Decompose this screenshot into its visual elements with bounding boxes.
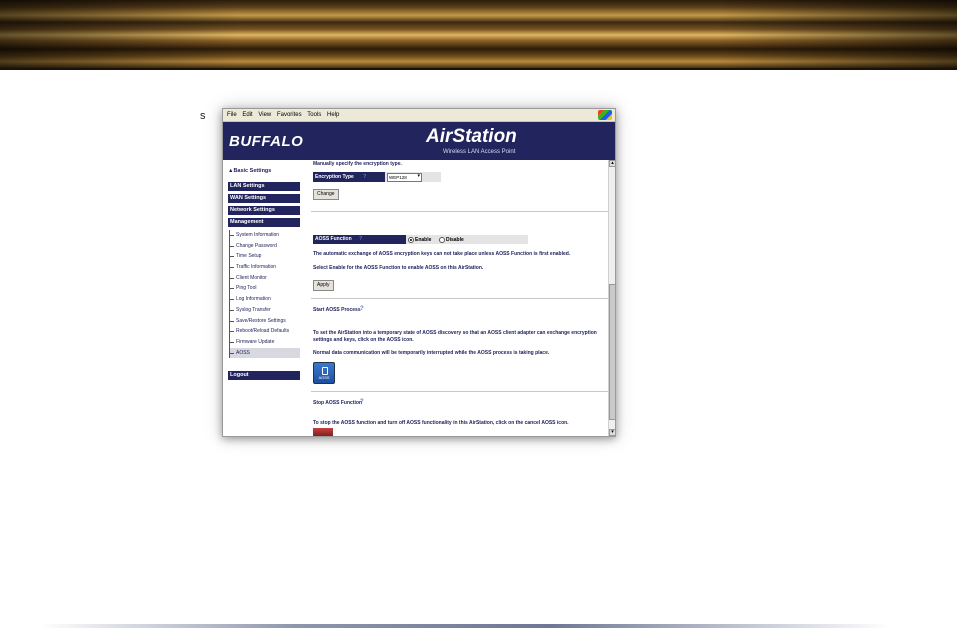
sidebar-item-traffic-information[interactable]: Traffic Information	[230, 262, 300, 273]
disable-radio[interactable]	[439, 237, 445, 243]
enable-label: Enable	[415, 237, 432, 243]
aoss-function-label: AOSS Function ?	[313, 235, 406, 244]
section-divider	[311, 298, 608, 299]
page-header: BUFFALO AirStation Wireless LAN Access P…	[223, 122, 615, 160]
main-content: Manually specify the encryption type. En…	[311, 160, 608, 436]
vertical-scrollbar[interactable]: ▴ ▾	[608, 160, 615, 436]
sidebar-item-syslog-transfer[interactable]: Syslog Transfer	[230, 305, 300, 316]
nav-lan-settings[interactable]: LAN Settings	[228, 182, 300, 191]
banner-divider	[0, 68, 957, 70]
nav-management[interactable]: Management	[228, 218, 300, 227]
airstation-logo: AirStation	[426, 126, 517, 147]
menu-view[interactable]: View	[258, 109, 271, 121]
sidebar-item-time-setup[interactable]: Time Setup	[230, 251, 300, 262]
footer-divider	[40, 624, 890, 628]
sidebar-item-save-restore-settings[interactable]: Save/Restore Settings	[230, 316, 300, 327]
buffalo-logo: BUFFALO	[229, 133, 304, 150]
encryption-type-select[interactable]: WEP128	[387, 173, 422, 182]
basic-settings-link[interactable]: ▲Basic Settings	[228, 168, 271, 174]
scroll-down-arrow-icon[interactable]: ▾	[609, 429, 615, 436]
sidebar-item-firmware-update[interactable]: Firmware Update	[230, 337, 300, 348]
menu-edit[interactable]: Edit	[242, 109, 252, 121]
sidebar-item-ping-tool[interactable]: Ping Tool	[230, 283, 300, 294]
stray-text: s	[200, 110, 206, 122]
apply-button[interactable]: Apply	[313, 280, 334, 291]
section-divider	[311, 391, 608, 392]
sidebar-item-log-information[interactable]: Log Information	[230, 294, 300, 305]
aoss-function-text: AOSS Function	[315, 236, 352, 242]
menu-tools[interactable]: Tools	[307, 109, 321, 121]
help-question-icon[interactable]: ?	[360, 306, 364, 312]
change-button[interactable]: Change	[313, 189, 339, 200]
airstation-subtitle: Wireless LAN Access Point	[443, 149, 516, 155]
enable-radio[interactable]	[408, 237, 414, 243]
windows-logo-icon	[598, 110, 612, 120]
help-question-icon[interactable]: ?	[360, 399, 364, 405]
stop-aoss-heading: Stop AOSS Function	[313, 400, 362, 406]
top-banner	[0, 0, 957, 70]
menu-help[interactable]: Help	[327, 109, 339, 121]
disable-label: Disable	[446, 237, 464, 243]
encryption-type-label: Encryption Type ?	[313, 172, 385, 182]
management-submenu: System Information Change Password Time …	[229, 230, 300, 359]
help-question-icon[interactable]: ?	[359, 236, 362, 242]
menu-favorites[interactable]: Favorites	[277, 109, 302, 121]
sidebar-item-change-password[interactable]: Change Password	[230, 241, 300, 252]
menu-bar: File Edit View Favorites Tools Help	[223, 109, 615, 122]
aoss-button-icon[interactable]: AOSS	[313, 362, 335, 384]
logout-button[interactable]: Logout	[228, 371, 300, 380]
encryption-type-text: Encryption Type	[315, 174, 354, 180]
stop-aoss-text: To stop the AOSS function and turn off A…	[313, 420, 569, 426]
menu-file[interactable]: File	[227, 109, 237, 121]
help-question-icon[interactable]: ?	[363, 174, 366, 180]
scroll-up-arrow-icon[interactable]: ▴	[609, 160, 615, 167]
sidebar-item-aoss[interactable]: AOSS	[230, 347, 300, 359]
sidebar-item-client-monitor[interactable]: Client Monitor	[230, 273, 300, 284]
intro-text: Manually specify the encryption type.	[313, 161, 402, 167]
nav-network-settings[interactable]: Network Settings	[228, 206, 300, 215]
aoss-note-2: Select Enable for the AOSS Function to e…	[313, 265, 484, 271]
browser-window: File Edit View Favorites Tools Help BUFF…	[222, 108, 616, 437]
aoss-note-1: The automatic exchange of AOSS encryptio…	[313, 251, 571, 257]
start-aoss-heading: Start AOSS Process	[313, 307, 361, 313]
cancel-aoss-icon[interactable]	[313, 428, 333, 436]
start-aoss-text-2: Normal data communication will be tempor…	[313, 350, 550, 356]
start-aoss-text-1: To set the AirStation into a temporary s…	[313, 330, 597, 343]
sidebar-item-reboot-reload-defaults[interactable]: Reboot/Reload Defaults	[230, 326, 300, 337]
nav-wan-settings[interactable]: WAN Settings	[228, 194, 300, 203]
section-divider	[311, 211, 608, 212]
sidebar: ▲Basic Settings LAN Settings WAN Setting…	[223, 160, 305, 436]
scrollbar-thumb[interactable]	[609, 284, 615, 420]
sidebar-item-system-information[interactable]: System Information	[230, 230, 300, 241]
